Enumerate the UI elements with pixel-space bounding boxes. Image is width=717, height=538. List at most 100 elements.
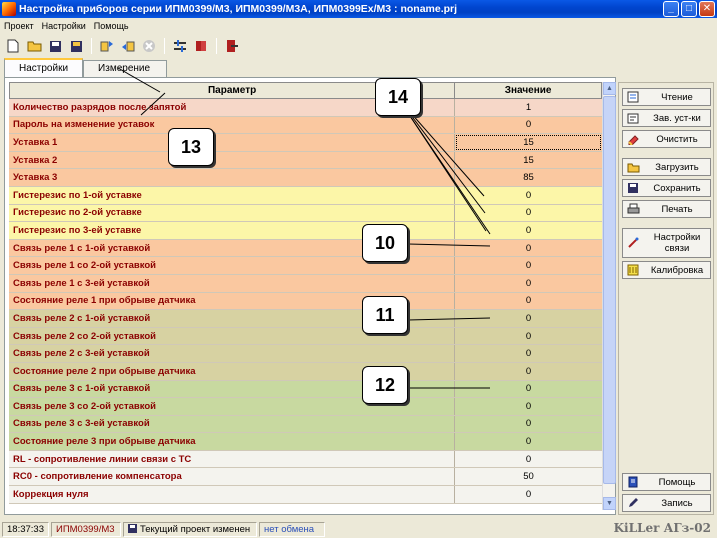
- parameter-value[interactable]: 85: [455, 169, 602, 186]
- title-bar[interactable]: Настройка приборов серии ИПМ0399/М3, ИПМ…: [0, 0, 717, 18]
- table-row[interactable]: Гистерезис по 1-ой уставке 0: [9, 186, 602, 205]
- parameter-value[interactable]: 0: [455, 416, 602, 433]
- parameter-value[interactable]: 0: [455, 257, 602, 274]
- parameter-value[interactable]: 0: [455, 187, 602, 204]
- write-button[interactable]: Запись: [622, 494, 711, 512]
- action-button-panel: Чтение Зав. уст-ки Очистить Загрузить Со…: [618, 82, 714, 515]
- calibration-button[interactable]: Калибровка: [622, 261, 711, 279]
- parameter-name: Связь реле 1 с 3-ей уставкой: [9, 274, 455, 292]
- table-row[interactable]: Связь реле 2 со 2-ой уставкой 0: [9, 327, 602, 346]
- scroll-down-arrow-icon[interactable]: ▼: [603, 497, 616, 510]
- callout-10: 10: [362, 224, 408, 262]
- parameter-value[interactable]: 0: [455, 381, 602, 398]
- parameter-value[interactable]: 15: [455, 134, 602, 151]
- parameter-value[interactable]: 0: [455, 222, 602, 239]
- print-button[interactable]: Печать: [622, 200, 711, 218]
- save-icon[interactable]: [46, 37, 64, 55]
- menu-item-help[interactable]: Помощь: [90, 21, 133, 31]
- parameter-value[interactable]: 0: [455, 275, 602, 292]
- app-icon: [2, 2, 16, 16]
- table-row[interactable]: Количество разрядов после запятой 1: [9, 99, 602, 117]
- parameter-value[interactable]: 50: [455, 468, 602, 485]
- table-row[interactable]: RL - сопротивление линии связи с ТС 0: [9, 450, 602, 469]
- settings-icon[interactable]: [171, 37, 189, 55]
- save-as-icon[interactable]: [67, 37, 85, 55]
- parameter-name: Гистерезис по 1-ой уставке: [9, 186, 455, 204]
- toolbar-separator: [164, 38, 165, 54]
- grid-header: Параметр Значение: [9, 82, 602, 99]
- table-row[interactable]: Гистерезис по 3-ей уставке 0: [9, 222, 602, 240]
- minimize-icon[interactable]: _: [663, 1, 679, 17]
- table-row[interactable]: Состояние реле 1 при обрыве датчика 0: [9, 292, 602, 311]
- status-device-model: ИПМ0399/М3: [50, 522, 121, 537]
- table-row[interactable]: Связь реле 1 с 3-ей уставкой 0: [9, 274, 602, 293]
- grid-vertical-scrollbar[interactable]: ▲ ▼: [602, 82, 616, 510]
- menu-item-settings[interactable]: Настройки: [38, 21, 90, 31]
- help-button[interactable]: Помощь: [622, 473, 711, 491]
- save-button[interactable]: Сохранить: [622, 179, 711, 197]
- parameter-value[interactable]: 0: [455, 398, 602, 415]
- table-row[interactable]: Связь реле 3 с 1-ой уставкой 0: [9, 380, 602, 399]
- parameter-value[interactable]: 0: [455, 328, 602, 345]
- menu-item-project[interactable]: Проект: [0, 21, 38, 31]
- parameter-value[interactable]: 0: [455, 433, 602, 450]
- toolbar: [0, 35, 717, 57]
- floppy-icon: [626, 182, 640, 194]
- callout-12: 12: [362, 366, 408, 404]
- window-title: Настройка приборов серии ИПМ0399/М3, ИПМ…: [19, 3, 458, 15]
- load-button[interactable]: Загрузить: [622, 158, 711, 176]
- close-icon[interactable]: ✕: [699, 1, 715, 17]
- parameter-value[interactable]: 1: [455, 99, 602, 116]
- status-time: 18:37:33: [2, 522, 49, 537]
- parameter-value[interactable]: 0: [455, 293, 602, 310]
- parameter-value[interactable]: 0: [455, 345, 602, 362]
- column-header-value[interactable]: Значение: [455, 83, 601, 98]
- tab-measurement[interactable]: Измерение: [83, 60, 168, 77]
- pen-icon: [626, 497, 640, 509]
- new-file-icon[interactable]: [4, 37, 22, 55]
- table-row[interactable]: Гистерезис по 2-ой уставке 0: [9, 204, 602, 223]
- parameter-value[interactable]: 0: [455, 117, 602, 134]
- table-row[interactable]: Связь реле 3 со 2-ой уставкой 0: [9, 398, 602, 416]
- table-row[interactable]: RC0 - сопротивление компенсатора 50: [9, 468, 602, 487]
- calibration-icon: [626, 264, 640, 276]
- connection-settings-button[interactable]: Настройки связи: [622, 228, 711, 258]
- maximize-icon[interactable]: □: [681, 1, 697, 17]
- parameter-value[interactable]: 0: [455, 486, 602, 503]
- table-row[interactable]: Состояние реле 2 при обрыве датчика 0: [9, 362, 602, 381]
- clear-button[interactable]: Очистить: [622, 130, 711, 148]
- table-row[interactable]: Связь реле 1 с 1-ой уставкой 0: [9, 239, 602, 258]
- book-icon[interactable]: [192, 37, 210, 55]
- table-row[interactable]: Состояние реле 3 при обрыве датчика 0: [9, 433, 602, 451]
- read-button[interactable]: Чтение: [622, 88, 711, 106]
- parameter-name: Гистерезис по 2-ой уставке: [9, 204, 455, 222]
- table-row[interactable]: Пароль на изменение уставок 0: [9, 116, 602, 135]
- open-folder-icon[interactable]: [25, 37, 43, 55]
- parameter-name: RC0 - сопротивление компенсатора: [9, 468, 455, 486]
- parameter-value[interactable]: 0: [455, 205, 602, 222]
- table-row[interactable]: Связь реле 2 с 1-ой уставкой 0: [9, 310, 602, 328]
- tab-settings[interactable]: Настройки: [4, 58, 84, 77]
- parameter-value[interactable]: 0: [455, 240, 602, 257]
- parameter-value[interactable]: 15: [455, 152, 602, 169]
- table-row[interactable]: Уставка 3 85: [9, 169, 602, 187]
- parameter-value[interactable]: 0: [455, 451, 602, 468]
- table-row[interactable]: Связь реле 1 со 2-ой уставкой 0: [9, 257, 602, 275]
- parameter-value[interactable]: 0: [455, 363, 602, 380]
- table-row[interactable]: Связь реле 2 с 3-ей уставкой 0: [9, 345, 602, 363]
- parameter-value[interactable]: 0: [455, 310, 602, 327]
- table-row[interactable]: Уставка 2 15: [9, 151, 602, 170]
- scroll-up-arrow-icon[interactable]: ▲: [603, 82, 616, 95]
- factory-settings-button[interactable]: Зав. уст-ки: [622, 109, 711, 127]
- callout-14: 14: [375, 78, 421, 116]
- menu-bar: Проект Настройки Помощь: [0, 18, 717, 34]
- table-row[interactable]: Коррекция нуля 0: [9, 486, 602, 504]
- table-row[interactable]: Связь реле 3 с 3-ей уставкой 0: [9, 415, 602, 434]
- stop-icon[interactable]: [140, 37, 158, 55]
- scroll-thumb[interactable]: [603, 96, 616, 484]
- exit-icon[interactable]: [223, 37, 241, 55]
- write-device-icon[interactable]: [119, 37, 137, 55]
- floppy-icon: [127, 523, 137, 536]
- read-device-icon[interactable]: [98, 37, 116, 55]
- table-row[interactable]: Уставка 1 15: [9, 134, 602, 152]
